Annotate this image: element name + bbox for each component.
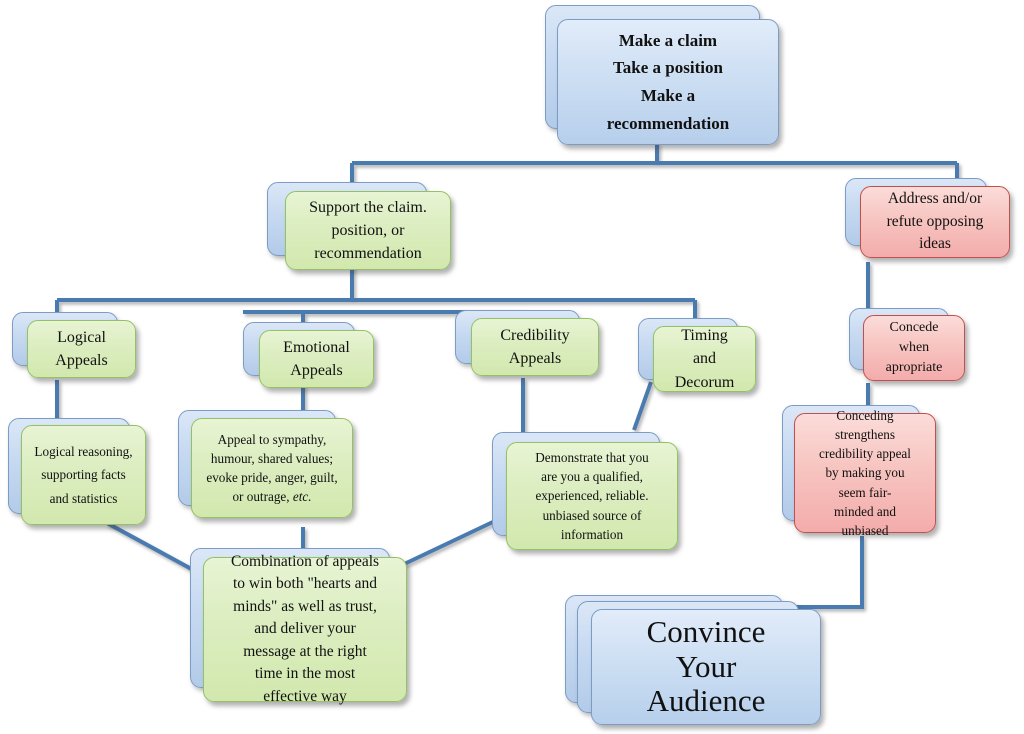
refute-line-1: Address and/or (887, 190, 983, 208)
support-line-1: Support the claim. (309, 198, 427, 216)
claim-line-3: Make a (640, 86, 696, 105)
node-support-text: Support the claim. position, or recommen… (286, 194, 450, 268)
node-logical-appeals-text: Logical Appeals (28, 324, 135, 374)
logical-detail-line-1: Logical reasoning, (34, 444, 133, 460)
emotional-line-2: Appeals (290, 362, 343, 379)
node-emotional-appeal-detail-face[interactable]: Appeal to sympathy, humour, shared value… (191, 418, 353, 518)
flowchart-canvas: Make a claim Take a position Make a reco… (0, 0, 1024, 734)
node-logical-appeals[interactable]: Logical Appeals (12, 312, 140, 384)
node-support-the-claim[interactable]: Support the claim. position, or recommen… (267, 182, 452, 272)
convince-line-3: Audience (646, 683, 766, 719)
emotional-detail-etc: etc. (292, 489, 312, 505)
node-combination-of-appeals[interactable]: Combination of appeals to win both "hear… (190, 548, 412, 708)
node-timing-and-decorum-face[interactable]: Timing and Decorum (653, 326, 756, 392)
convince-line-2: Your (675, 648, 737, 684)
combination-line-3: minds" as well as trust, (233, 597, 377, 615)
node-emotional-appeals[interactable]: Emotional Appeals (243, 322, 378, 394)
node-emotional-appeals-text: Emotional Appeals (260, 334, 373, 384)
node-logical-detail-text: Logical reasoning, supporting facts and … (22, 438, 145, 511)
credibility-detail-line-4: unbiased source of (542, 507, 642, 523)
node-combination-text: Combination of appeals to win both "hear… (204, 549, 406, 710)
node-logical-reasoning-detail-face[interactable]: Logical reasoning, supporting facts and … (21, 425, 146, 525)
credibility-detail-line-2: are you a qualified, (541, 469, 643, 485)
logical-detail-line-2: supporting facts (41, 467, 126, 483)
emotional-detail-line-2: humour, shared values; (210, 450, 334, 466)
concede-line-2: when (898, 339, 930, 355)
node-address-refute-face[interactable]: Address and/or refute opposing ideas (860, 186, 1010, 258)
combination-line-5: message at the right (243, 642, 367, 660)
credibility-line-2: Appeals (508, 350, 562, 367)
combination-line-1: Combination of appeals (230, 552, 380, 570)
concede-line-3: apropriate (885, 360, 943, 376)
concede-line-1: Concede (889, 319, 939, 335)
claim-line-2: Take a position (613, 58, 723, 78)
conceding-detail-line-7: unbiased (841, 522, 889, 538)
node-credibility-appeals-text: Credibility Appeals (472, 322, 598, 372)
node-convince-your-audience[interactable]: Convince Your Audience (565, 595, 825, 725)
node-convince-your-audience-face[interactable]: Convince Your Audience (591, 609, 821, 725)
logical-detail-line-3: and statistics (49, 490, 118, 506)
conceding-detail-line-4: by making you (825, 465, 905, 481)
node-make-a-claim-face[interactable]: Make a claim Take a position Make a reco… (557, 19, 779, 145)
credibility-detail-line-5: information (560, 526, 624, 542)
support-line-2: position, or (331, 221, 405, 239)
node-make-a-claim[interactable]: Make a claim Take a position Make a reco… (545, 5, 785, 145)
node-emotional-appeal-detail[interactable]: Appeal to sympathy, humour, shared value… (178, 410, 358, 528)
conceding-detail-line-1: Conceding (836, 408, 894, 424)
node-address-refute-text: Address and/or refute opposing ideas (861, 186, 1009, 257)
claim-line-1: Make a claim (618, 30, 718, 50)
node-support-the-claim-face[interactable]: Support the claim. position, or recommen… (285, 191, 451, 270)
node-logical-reasoning-detail[interactable]: Logical reasoning, supporting facts and … (8, 418, 153, 533)
node-conceding-strengthens-detail-face[interactable]: Conceding strengthens credibility appeal… (794, 408, 936, 538)
node-timing-and-decorum[interactable]: Timing and Decorum (638, 318, 760, 404)
node-credibility-appeals[interactable]: Credibility Appeals (455, 310, 603, 382)
combination-line-2: to win both "hearts and (232, 575, 378, 593)
emotional-detail-line-3: evoke pride, anger, guilt, (206, 470, 338, 485)
node-emotional-appeals-face[interactable]: Emotional Appeals (259, 330, 374, 388)
emotional-detail-line-4-text: or outrage, (232, 489, 293, 505)
logical-line-1: Logical (57, 328, 106, 346)
conceding-detail-line-3: credibility appeal (819, 446, 911, 462)
combination-line-4: and deliver your (254, 620, 356, 638)
node-combination-of-appeals-face[interactable]: Combination of appeals to win both "hear… (203, 553, 407, 705)
timing-line-1: Timing (681, 327, 728, 345)
node-convince-text: Convince Your Audience (592, 613, 820, 721)
node-timing-text: Timing and Decorum (654, 322, 755, 396)
node-credibility-detail-text: Demonstrate that you are you a qualified… (507, 446, 677, 546)
logical-line-2: Appeals (55, 352, 108, 369)
node-credibility-demonstrate-detail[interactable]: Demonstrate that you are you a qualified… (492, 432, 682, 557)
support-line-3: recommendation (314, 245, 422, 263)
timing-line-3: Decorum (674, 373, 735, 391)
credibility-detail-line-3: experienced, reliable. (535, 488, 649, 504)
conceding-detail-line-2: strengthens (834, 427, 896, 443)
emotional-detail-line-4: or outrage, etc. (197, 487, 347, 506)
node-make-a-claim-text: Make a claim Take a position Make a reco… (558, 25, 778, 139)
node-emotional-detail-text: Appeal to sympathy, humour, shared value… (192, 428, 352, 509)
node-concede-when-appropriate[interactable]: Concede when apropriate (849, 308, 969, 388)
refute-line-2: refute opposing (886, 212, 984, 230)
claim-line-4: recommendation (606, 113, 730, 133)
conceding-detail-line-6: minded and (834, 503, 896, 519)
node-credibility-demonstrate-detail-face[interactable]: Demonstrate that you are you a qualified… (506, 442, 678, 550)
node-address-refute[interactable]: Address and/or refute opposing ideas (845, 178, 1010, 264)
node-conceding-detail-text: Conceding strengthens credibility appeal… (795, 404, 935, 542)
timing-line-2: and (692, 350, 717, 368)
conceding-detail-line-5: seem fair- (838, 484, 892, 500)
node-concede-text: Concede when apropriate (864, 316, 964, 381)
node-conceding-strengthens-detail[interactable]: Conceding strengthens credibility appeal… (782, 405, 942, 540)
refute-line-3: ideas (919, 235, 951, 253)
node-logical-appeals-face[interactable]: Logical Appeals (27, 320, 136, 378)
credibility-line-1: Credibility (500, 326, 570, 344)
edge-credibility-detail-to-combination (399, 518, 498, 568)
node-credibility-appeals-face[interactable]: Credibility Appeals (471, 318, 599, 376)
combination-line-7: effective way (263, 687, 347, 705)
node-concede-face[interactable]: Concede when apropriate (863, 315, 965, 381)
emotional-detail-line-1: Appeal to sympathy, (217, 431, 327, 447)
credibility-detail-line-1: Demonstrate that you (535, 450, 649, 466)
combination-line-6: time in the most (254, 665, 356, 683)
convince-line-1: Convince (646, 613, 766, 649)
emotional-line-1: Emotional (283, 338, 350, 356)
